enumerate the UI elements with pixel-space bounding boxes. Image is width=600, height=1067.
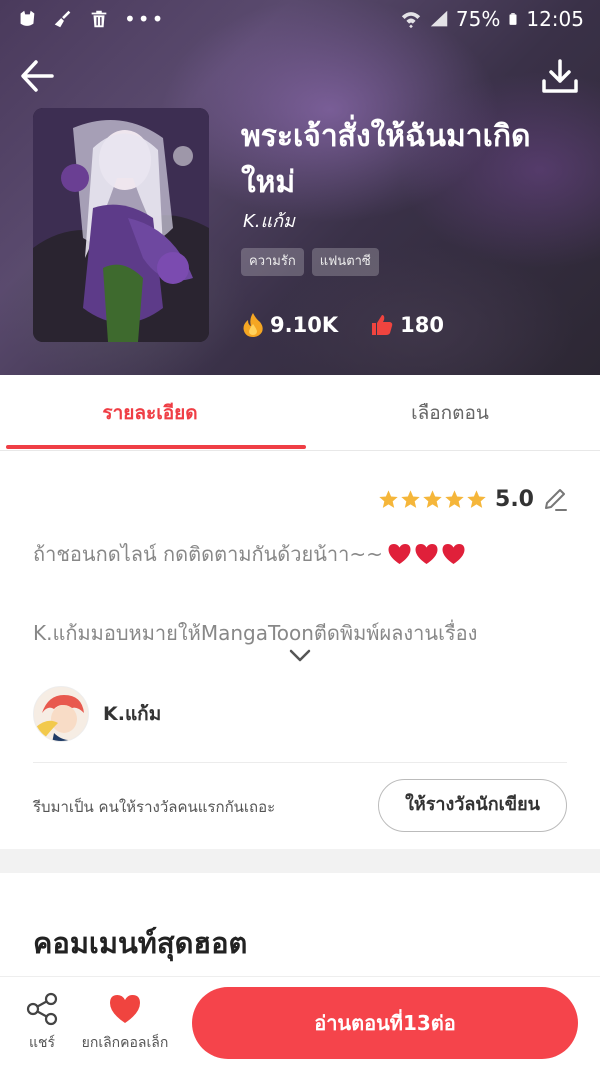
broom-icon [54,10,71,28]
genre-tags: ความรัก แฟนตาซี [241,248,379,276]
uncollect-button[interactable]: ยกเลิกคอลเล็ก [74,991,176,1054]
star-icon [467,489,486,508]
collect-label: ยกเลิกคอลเล็ก [81,1035,169,1051]
heart-icon [110,995,140,1023]
continue-reading-button[interactable]: อ่านตอนที่13ต่อ [192,987,578,1059]
book-author[interactable]: K.แก้ม [243,206,295,235]
description-text: ถ้าชอนกดไลน์ กดติดตามกันด้วยน้าา~~ [33,542,383,566]
cover-illustration [33,108,209,342]
share-label: แชร์ [28,1035,56,1051]
bottom-action-bar: แชร์ ยกเลิกคอลเล็ก อ่านตอนที่13ต่อ [0,976,600,1067]
section-separator [0,849,600,873]
rating-row: 5.0 [378,486,568,512]
genre-tag[interactable]: แฟนตาซี [311,248,379,276]
battery-percent: 75% [455,7,501,31]
tab-active-indicator [6,445,306,449]
app-notification-icon [20,10,35,26]
star-icon [379,489,398,508]
heart-icon [415,544,438,564]
heart-icon [388,544,411,564]
views-count: 9.10K [270,313,339,337]
description-line2: K.แก้มมอบหมายให้MangaToonตีดพิมพ์ผลงานเร… [33,621,478,645]
tab-episodes[interactable]: เลือกตอน [300,375,600,451]
star-icon [445,489,464,508]
hot-comments-title: คอมเมนท์สุดฮอต [33,926,248,960]
star-icon [401,489,420,508]
share-icon [26,992,58,1026]
rating-stars [378,489,487,510]
download-icon[interactable] [540,57,580,97]
reward-author-button[interactable]: ให้รางวัลนักเขียน [378,779,567,832]
pencil-icon[interactable] [542,486,568,512]
divider [33,762,567,763]
hearts [387,543,466,565]
likes-stat: 180 [370,313,444,337]
fire-icon [243,313,263,337]
detail-tabs: รายละเอียด เลือกตอน [0,375,600,451]
arrow-left-icon[interactable] [18,57,56,95]
book-stats: 9.10K 180 [242,312,444,338]
tab-detail[interactable]: รายละเอียด [0,375,300,451]
battery-icon [509,13,517,25]
signal-icon [430,10,448,27]
book-cover[interactable] [33,108,209,342]
avatar [33,686,89,742]
more-dots-icon: ••• [124,7,166,31]
rating-value: 5.0 [495,486,534,512]
clock: 12:05 [526,7,584,31]
reward-prompt: รีบมาเป็น คนให้รางวัลคนแรกกันเถอะ [33,798,276,816]
views-stat: 9.10K [242,312,338,338]
likes-count: 180 [400,313,444,337]
status-bar: ••• 75% 12:05 [0,0,600,40]
thumbs-up-icon [372,315,393,335]
book-header: ••• 75% 12:05 พระเจ้าสั่งให้ฉันมาเกิดใหม… [0,0,600,375]
genre-tag[interactable]: ความรัก [241,248,304,276]
chevron-down-icon[interactable] [288,648,312,664]
book-title: พระเจ้าสั่งให้ฉันมาเกิดใหม่ [241,119,531,200]
heart-icon [442,544,465,564]
trash-icon [91,10,107,28]
wifi-icon [401,12,421,29]
author-name: K.แก้ม [103,703,162,725]
author-profile[interactable]: K.แก้ม [33,686,161,742]
share-button[interactable]: แชร์ [20,991,64,1054]
description-line1: ถ้าชอนกดไลน์ กดติดตามกันด้วยน้าา~~ [33,538,466,570]
star-icon [423,489,442,508]
